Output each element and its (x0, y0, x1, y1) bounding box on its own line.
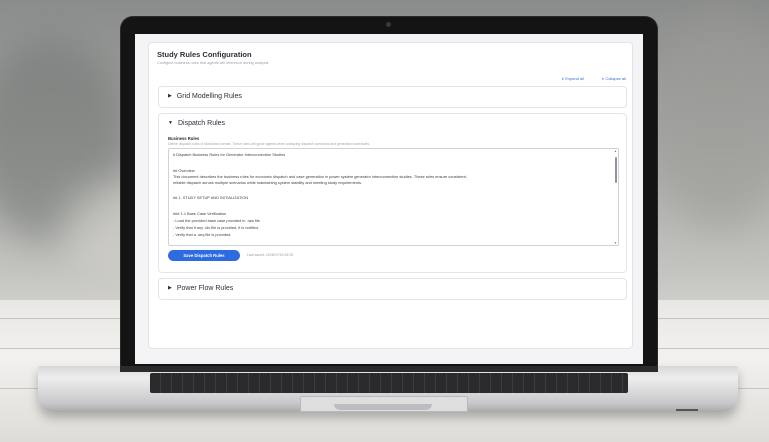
section-power-flow[interactable]: ▶ Power Flow Rules (158, 278, 627, 300)
editor-scrollbar[interactable] (614, 157, 617, 183)
rules-config-panel: Study Rules Configuration Configure busi… (148, 42, 633, 349)
chevron-down-icon: ▼ (168, 120, 173, 126)
laptop-hinge (120, 366, 658, 372)
section-title: Power Flow Rules (176, 285, 234, 292)
laptop-side-port (676, 409, 698, 411)
save-dispatch-rules-button[interactable]: Save Dispatch Rules (168, 250, 240, 261)
laptop-screen-bezel: Study Rules Configuration Configure busi… (121, 17, 657, 367)
section-header-grid-modelling[interactable]: ▶ Grid Modelling Rules (168, 93, 242, 100)
laptop-display: Study Rules Configuration Configure busi… (135, 34, 643, 364)
expand-all-link[interactable]: ∨ Expand all (561, 76, 584, 81)
editor-line: - Load the provided base case provided i… (173, 218, 260, 223)
section-header-dispatch[interactable]: ▼ Dispatch Rules (168, 120, 225, 127)
editor-line: reliable dispatch across multiple scenar… (173, 180, 362, 185)
scroll-up-icon[interactable]: ▲ (614, 149, 617, 153)
editor-line: - Verify that if any .idv file is provid… (173, 225, 259, 230)
editor-line: ## 1. STUDY SETUP AND INITIALIZATION (173, 195, 249, 200)
collapse-all-link[interactable]: ∧ Collapse all (601, 76, 626, 81)
webcam-icon (386, 22, 391, 27)
section-header-power-flow[interactable]: ▶ Power Flow Rules (168, 285, 233, 292)
editor-line: This document describes the business rul… (173, 174, 467, 179)
chevron-right-icon: ▶ (168, 285, 172, 291)
page-title: Study Rules Configuration (157, 50, 252, 59)
section-title: Dispatch Rules (177, 120, 226, 127)
last-saved-timestamp: Last saved: 2026/07/18 05:25 (247, 253, 294, 257)
section-title: Grid Modelling Rules (176, 93, 242, 100)
section-grid-modelling[interactable]: ▶ Grid Modelling Rules (158, 86, 627, 108)
scroll-down-icon[interactable]: ▼ (614, 241, 617, 245)
editor-line: - Verify that a .seq file is provided. (173, 232, 232, 237)
business-rules-label: Business Rules (168, 136, 200, 141)
chevron-right-icon: ▶ (168, 93, 172, 99)
background-blur-right (650, 10, 769, 230)
laptop-lid-notch (334, 404, 432, 410)
editor-line: # Dispatch Business Rules for Generator … (173, 152, 286, 157)
section-dispatch: ▼ Dispatch Rules Business Rules Define di… (158, 113, 627, 273)
editor-line: ### 1.1 Base Case Verification (173, 211, 227, 216)
page-subtitle: Configure business rules that agents wil… (157, 61, 269, 65)
business-rules-hint: Define dispatch rules in Markdown format… (168, 142, 370, 146)
editor-line: ## Overview (173, 168, 195, 173)
dispatch-rules-editor[interactable]: # Dispatch Business Rules for Generator … (168, 148, 619, 246)
laptop-keyboard (150, 373, 628, 393)
